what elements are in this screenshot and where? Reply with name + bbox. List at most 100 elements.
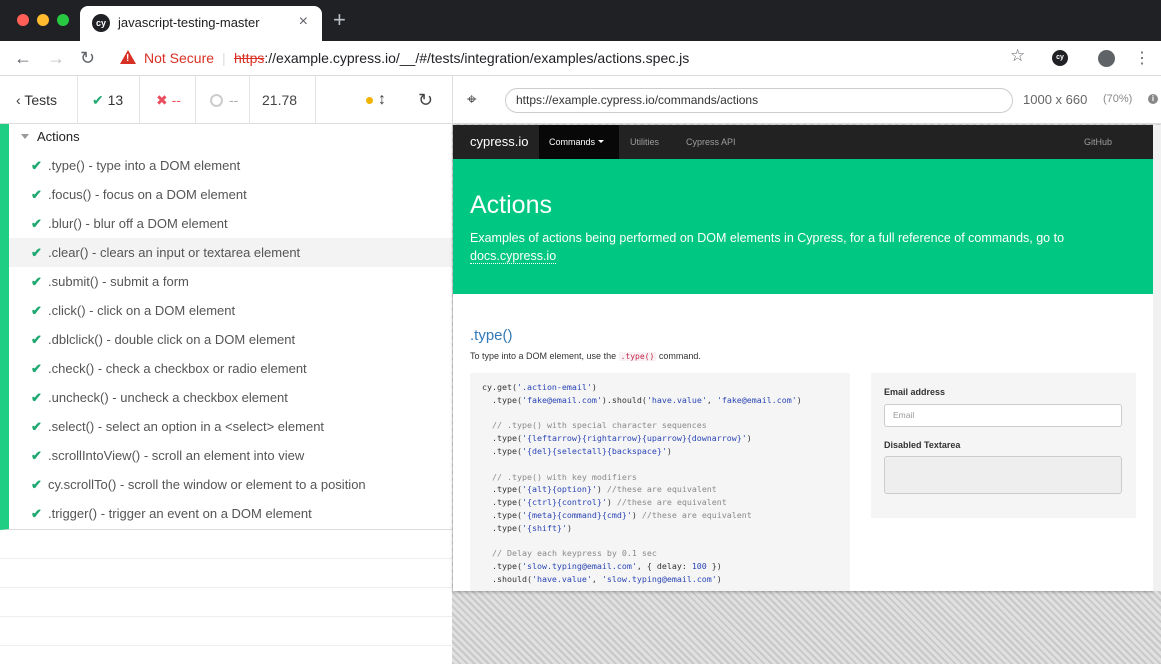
test-item[interactable]: ✔ .dblclick() - double click on a DOM ele… [9,325,452,354]
email-label: Email address [884,387,946,397]
rerun-tests-icon[interactable]: ↻ [418,76,433,124]
check-icon: ✔ [31,477,42,492]
close-window-button[interactable] [17,14,29,26]
test-item[interactable]: ✔ .blur() - blur off a DOM element [9,209,452,238]
new-tab-icon[interactable]: + [333,9,346,31]
site-brand[interactable]: cypress.io [470,134,529,149]
forward-arrow-icon[interactable]: → [47,47,65,69]
runner-controls: ↕ ↻ [316,76,452,124]
test-title: .type() - type into a DOM element [48,158,241,173]
test-item[interactable]: ✔ .click() - click on a DOM element [9,296,452,325]
browser-menu-icon[interactable]: ⋮ [1134,48,1150,68]
test-item[interactable]: ✔ .trigger() - trigger an event on a DOM … [9,499,452,528]
test-item[interactable]: ✔ .select() - select an option in a <sele… [9,412,452,441]
section-title: .type() [470,327,513,344]
aut-url-bar[interactable]: https://example.cypress.io/commands/acti… [505,88,1013,113]
maximize-window-button[interactable] [57,14,69,26]
test-title: .dblclick() - double click on a DOM elem… [48,332,296,347]
auto-scroll-arrows-icon[interactable]: ↕ [378,76,386,124]
nav-github[interactable]: GitHub [1084,125,1112,159]
test-item[interactable]: ✔ cy.scrollTo() - scroll the window or el… [9,470,452,499]
test-title: .scrollIntoView() - scroll an element in… [48,448,305,463]
email-field[interactable]: Email [884,404,1122,427]
check-icon: ✔ [92,92,104,108]
caret-down-icon [598,140,605,143]
caret-down-icon [21,134,29,139]
test-item[interactable]: ✔ .submit() - submit a form [9,267,452,296]
hero-banner: Actions Examples of actions being perfor… [453,159,1153,294]
check-icon: ✔ [31,216,42,231]
runner-header: ‹ Tests ✔ 13 ✖ -- -- 21.78 ↕ ↻ [0,76,452,124]
profile-avatar-icon[interactable] [1098,50,1115,67]
section-description: To type into a DOM element, use the .typ… [470,351,701,361]
nav-cypress-api[interactable]: Cypress API [686,125,736,159]
test-title: .select() - select an option in a <selec… [48,419,325,434]
test-title: .clear() - clears an input or textarea e… [48,245,301,260]
tab-title: javascript-testing-master [118,15,260,30]
site-navbar: cypress.io Commands Utilities Cypress AP… [453,125,1153,159]
info-icon[interactable]: i [1148,94,1158,104]
address-url[interactable]: https://example.cypress.io/__/#/tests/in… [234,50,689,66]
tests-back-button[interactable]: ‹ Tests [0,76,78,124]
aut-stage: cypress.io Commands Utilities Cypress AP… [452,124,1161,664]
address-bar[interactable]: ! Not Secure | https://example.cypress.i… [112,45,1040,72]
test-title: .trigger() - trigger an event on a DOM e… [48,506,312,521]
viewport-scale: (70%) [1103,93,1133,105]
test-title: .blur() - blur off a DOM element [48,216,228,231]
inline-code: .type() [618,352,657,361]
nav-utilities[interactable]: Utilities [630,125,659,159]
warning-icon: ! [120,50,136,64]
test-list: ✔ .type() - type into a DOM element ✔ .focu… [9,151,452,528]
check-icon: ✔ [31,303,42,318]
aut-header: ⌖ https://example.cypress.io/commands/ac… [452,76,1161,124]
address-separator: | [222,50,226,66]
test-title: .focus() - focus on a DOM element [48,187,247,202]
test-title: .click() - click on a DOM element [48,303,236,318]
bookmark-star-icon[interactable]: ☆ [1010,46,1025,66]
test-title: cy.scrollTo() - scroll the window or ele… [48,477,366,492]
viewport-size: 1000 x 660 [1023,92,1088,107]
aut-iframe: cypress.io Commands Utilities Cypress AP… [453,125,1153,591]
test-item[interactable]: ✔ .focus() - focus on a DOM element [9,180,452,209]
check-icon: ✔ [31,448,42,463]
selector-playground-icon[interactable]: ⌖ [467,90,477,110]
textarea-label: Disabled Textarea [884,440,961,450]
test-item[interactable]: ✔ .clear() - clears an input or textarea … [9,238,452,267]
nav-commands[interactable]: Commands [539,125,619,159]
check-icon: ✔ [31,245,42,260]
minimize-window-button[interactable] [37,14,49,26]
reload-icon[interactable]: ↻ [80,47,95,69]
duration: 21.78 [250,76,316,124]
docs-link[interactable]: docs.cypress.io [470,249,557,264]
pending-ring-icon [210,94,223,107]
pending-count: -- [196,76,250,124]
status-dot-icon [366,97,373,104]
cypress-extension-icon[interactable]: cy [1052,50,1068,66]
hero-text: Examples of actions being performed on D… [470,231,1065,264]
check-icon: ✔ [31,361,42,376]
form-panel: Email address Email Disabled Textarea [871,373,1136,518]
check-icon: ✔ [31,390,42,405]
aut-scrollbar[interactable] [1153,125,1161,591]
cross-icon: ✖ [156,92,168,108]
check-icon: ✔ [31,419,42,434]
hero-title: Actions [470,191,552,219]
test-title: .uncheck() - uncheck a checkbox element [48,390,288,405]
suite-title[interactable]: Actions [21,129,80,144]
reporter-empty-area [0,530,452,664]
test-item[interactable]: ✔ .type() - type into a DOM element [9,151,452,180]
test-item[interactable]: ✔ .uncheck() - uncheck a checkbox element [9,383,452,412]
browser-tab[interactable]: cy javascript-testing-master × [80,6,322,41]
reporter-panel: Actions ✔ .type() - type into a DOM eleme… [0,124,452,664]
test-item[interactable]: ✔ .scrollIntoView() - scroll an element i… [9,441,452,470]
chevron-left-icon: ‹ [16,92,21,108]
failed-count: ✖ -- [140,76,196,124]
test-title: .check() - check a checkbox or radio ele… [48,361,307,376]
check-icon: ✔ [31,187,42,202]
close-tab-icon[interactable]: × [299,13,308,31]
disabled-textarea [884,456,1122,494]
security-indicator[interactable]: Not Secure [144,50,214,66]
test-item[interactable]: ✔ .check() - check a checkbox or radio el… [9,354,452,383]
browser-titlebar: cy javascript-testing-master × + [0,0,1161,41]
back-arrow-icon[interactable]: ← [14,47,32,69]
